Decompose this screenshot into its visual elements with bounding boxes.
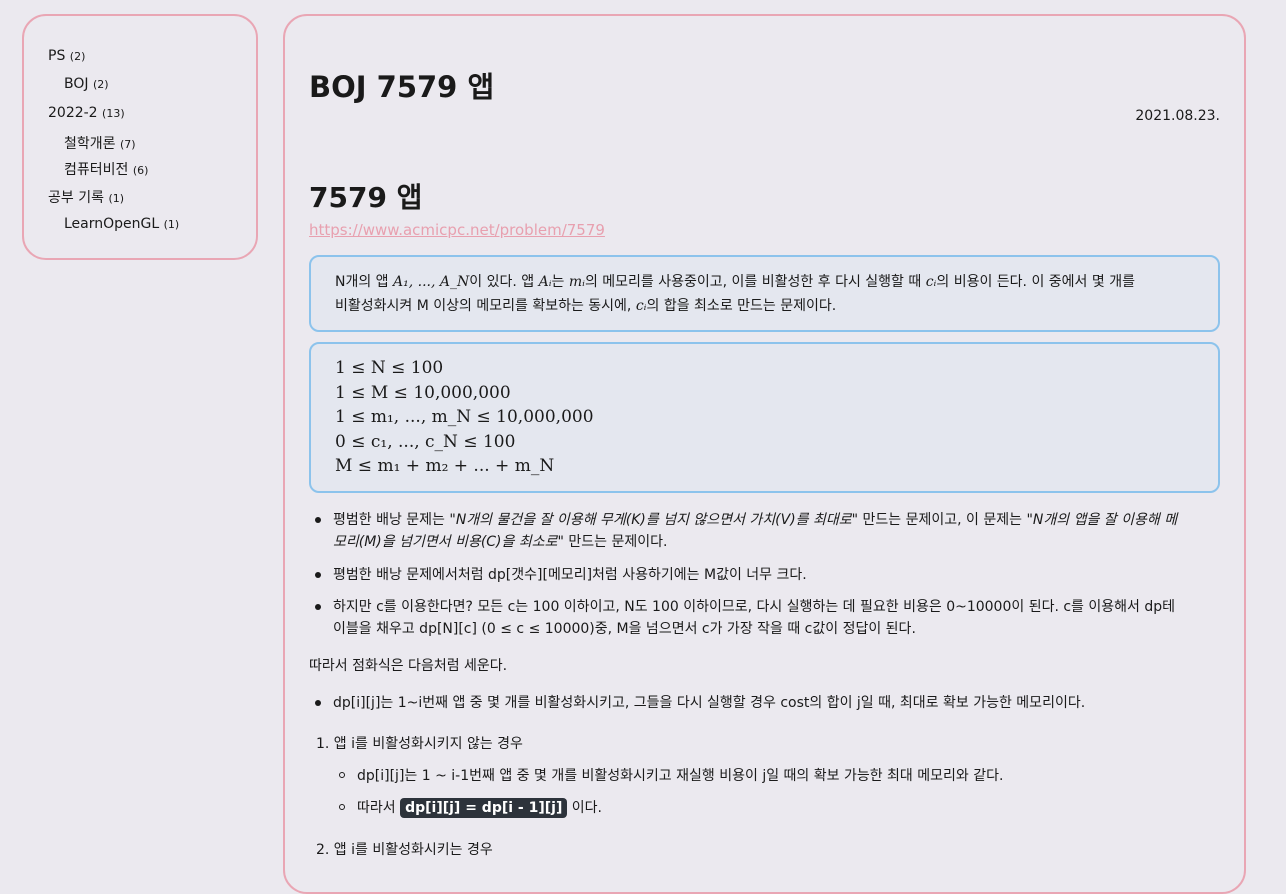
category-boj[interactable]: BOJ (2)	[64, 76, 109, 92]
category-study-log[interactable]: 공부 기록 (1)	[48, 187, 124, 207]
bullet-quote: "N개의 물건을 잘 이용해 무게(K)를 넘지 않으면서 가치(V)를 최대로…	[449, 512, 859, 528]
bullet-text: 만드는 문제이고, 이 문제는	[858, 512, 1027, 528]
problem-link[interactable]: https://www.acmicpc.net/problem/7579	[309, 221, 605, 239]
list-item: dp[i][j]는 1~i번째 앱 중 몇 개를 비활성화시키고, 그들을 다시…	[309, 692, 1225, 714]
ordered-item: 1. 앱 i를 비활성화시키지 않는 경우	[316, 736, 523, 752]
category-label: LearnOpenGL	[64, 216, 160, 232]
constraint-line: 1 ≤ m₁, ..., m_N ≤ 10,000,000	[335, 407, 594, 427]
constraint-line: M ≤ m₁ + m₂ + ... + m_N	[335, 456, 555, 476]
category-label: PS	[48, 48, 66, 64]
bullet-text: 평범한 배낭 문제에서처럼 dp[갯수][메모리]처럼 사용하기에는 M값이 너…	[333, 567, 807, 583]
desc-math: A₁, ..., A_N	[393, 274, 470, 290]
constraint-line: 0 ≤ c₁, ..., c_N ≤ 100	[335, 431, 516, 452]
desc-math: cᵢ	[925, 274, 937, 290]
desc-text: 의 합을 최소로 만드는 문제이다.	[646, 298, 837, 314]
bullet-text: 이블을 채우고 dp[N][c] (0 ≤ c ≤ 10000)중, M을 넘으…	[333, 621, 916, 637]
category-count: (2)	[92, 78, 109, 91]
bullet-quote: 모리(M)을 넘기면서 비용(C)을 최소로"	[333, 534, 564, 550]
bullet-text: 평범한 배낭 문제는	[333, 512, 450, 528]
desc-math: Aᵢ	[538, 274, 552, 290]
category-learnopengl[interactable]: LearnOpenGL (1)	[64, 216, 179, 232]
post-date: 2021.08.23.	[1135, 108, 1220, 124]
desc-text: 의 메모리를 사용중이고, 이를 비활성한 후 다시 실행할 때	[584, 274, 926, 290]
bullet-dot	[315, 604, 321, 610]
category-count: (13)	[102, 107, 125, 120]
paragraph: 따라서 점화식은 다음처럼 세운다.	[309, 658, 508, 674]
post-container: BOJ 7579 앱 2021.08.23. 7579 앱 https://ww…	[283, 14, 1246, 894]
category-count: (6)	[132, 164, 149, 177]
desc-text: N개의 앱	[335, 274, 394, 290]
constraints-box: 1 ≤ N ≤ 100 1 ≤ M ≤ 10,000,000 1 ≤ m₁, .…	[309, 342, 1220, 493]
sub-bullet-text: 따라서	[357, 800, 401, 816]
list-item: 평범한 배낭 문제에서처럼 dp[갯수][메모리]처럼 사용하기에는 M값이 너…	[309, 564, 1225, 586]
list-item: dp[i][j]는 1 ~ i-1번째 앱 중 몇 개를 비활성화시키고 재실행…	[309, 765, 1225, 787]
bullet-dot	[315, 700, 321, 706]
category-label: 2022-2	[48, 105, 98, 121]
bullet-circle	[339, 804, 345, 810]
category-label: BOJ	[64, 76, 89, 92]
list-item: 평범한 배낭 문제는 "N개의 물건을 잘 이용해 무게(K)를 넘지 않으면서…	[309, 509, 1225, 555]
list-item: 하지만 c를 이용한다면? 모든 c는 100 이하이고, N도 100 이하이…	[309, 596, 1225, 642]
category-2022-2[interactable]: 2022-2 (13)	[48, 105, 125, 121]
bullet-text: 하지만 c를 이용한다면? 모든 c는 100 이하이고, N도 100 이하이…	[333, 599, 1176, 615]
bullet-dot	[315, 572, 321, 578]
list-item: 따라서 dp[i][j] = dp[i - 1][j] 이다.	[309, 797, 1225, 819]
category-count: (2)	[69, 50, 86, 63]
desc-text: 의 비용이 든다. 이 중에서 몇 개를	[936, 274, 1135, 290]
category-count: (1)	[163, 218, 180, 231]
category-label: 공부 기록	[48, 190, 104, 206]
constraint-line: 1 ≤ N ≤ 100	[335, 358, 444, 378]
category-label: 컴퓨터비전	[64, 162, 129, 178]
category-philosophy[interactable]: 철학개론 (7)	[64, 133, 136, 153]
category-ps[interactable]: PS (2)	[48, 48, 85, 64]
category-count: (1)	[108, 192, 125, 205]
problem-description: N개의 앱 A₁, ..., A_N이 있다. 앱 Aᵢ는 mᵢ의 메모리를 사…	[309, 255, 1220, 332]
sub-bullet-text: dp[i][j]는 1 ~ i-1번째 앱 중 몇 개를 비활성화시키고 재실행…	[357, 768, 1004, 784]
desc-math: mᵢ	[568, 274, 585, 290]
category-computer-vision[interactable]: 컴퓨터비전 (6)	[64, 159, 148, 179]
bullet-text: dp[i][j]는 1~i번째 앱 중 몇 개를 비활성화시키고, 그들을 다시…	[333, 695, 1086, 711]
desc-text: 이 있다. 앱	[469, 274, 539, 290]
category-count: (7)	[119, 138, 136, 151]
category-label: 철학개론	[64, 136, 116, 152]
ordered-item: 2. 앱 i를 비활성화시키는 경우	[316, 842, 493, 858]
bullet-quote: "N개의 앱을 잘 이용해 메	[1026, 512, 1178, 528]
problem-heading: 7579 앱	[309, 181, 423, 214]
inline-code: dp[i][j] = dp[i - 1][j]	[400, 798, 568, 818]
bullet-text: 만드는 문제이다.	[563, 534, 668, 550]
bullet-circle	[339, 772, 345, 778]
desc-text: 비활성화시켜 M 이상의 메모리를 확보하는 동시에,	[335, 298, 636, 314]
bullet-dot	[315, 517, 321, 523]
desc-text: 는	[551, 274, 569, 290]
post-title: BOJ 7579 앱	[309, 70, 495, 104]
constraint-line: 1 ≤ M ≤ 10,000,000	[335, 382, 511, 403]
desc-math: cᵢ	[635, 298, 647, 314]
sub-bullet-text: 이다.	[567, 800, 603, 816]
category-sidebar: PS (2) BOJ (2) 2022-2 (13) 철학개론 (7) 컴퓨터비…	[22, 14, 258, 260]
